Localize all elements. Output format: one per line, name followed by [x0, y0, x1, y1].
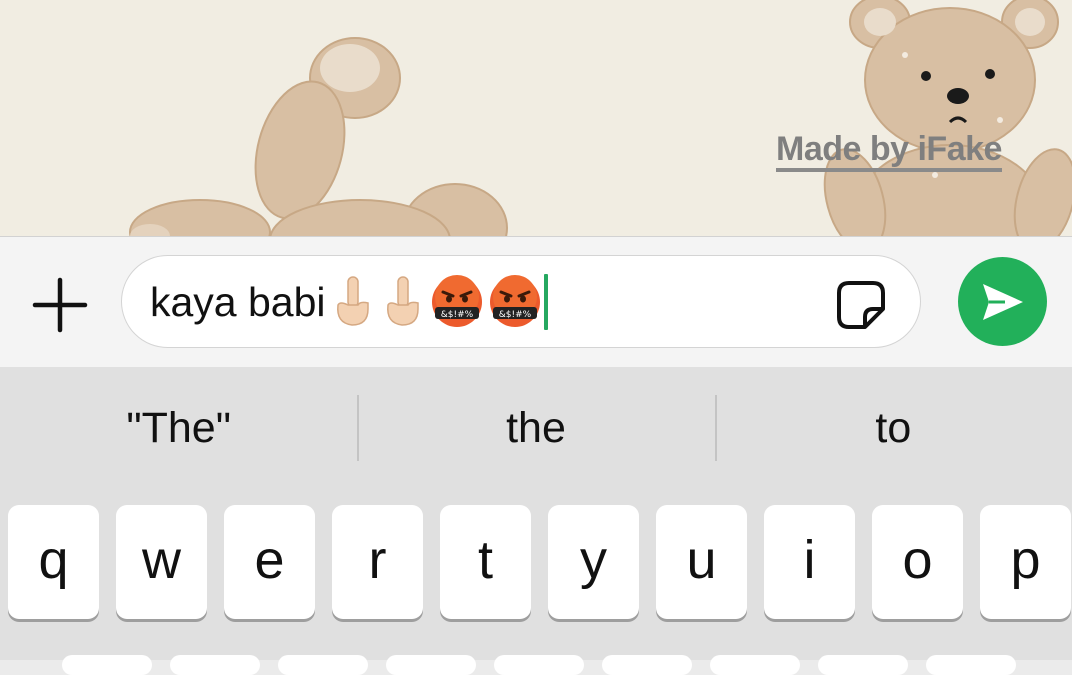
- sticker-icon: [837, 281, 885, 329]
- add-attachment-button[interactable]: [30, 275, 90, 335]
- key-o[interactable]: o: [872, 505, 963, 619]
- svg-text:&$!#%: &$!#%: [440, 310, 473, 320]
- key-partial[interactable]: [62, 655, 152, 675]
- sticker-button[interactable]: [834, 278, 888, 332]
- key-w[interactable]: w: [116, 505, 207, 619]
- middle-finger-emoji: [336, 276, 369, 326]
- key-t[interactable]: t: [440, 505, 531, 619]
- key-partial[interactable]: [386, 655, 476, 675]
- teddy-bear-illustration: [129, 0, 1072, 236]
- message-text: kaya babi &$!#% &$!#%: [150, 274, 548, 330]
- chat-wallpaper: Made by iFake: [0, 0, 1072, 236]
- message-input-bar: kaya babi &$!#% &$!#%: [0, 236, 1072, 367]
- middle-finger-emoji: [386, 276, 419, 326]
- key-i[interactable]: i: [764, 505, 855, 619]
- suggestion-item[interactable]: the: [357, 393, 714, 463]
- key-p[interactable]: p: [980, 505, 1071, 619]
- text-caret: [543, 274, 548, 330]
- key-r[interactable]: r: [332, 505, 423, 619]
- key-q[interactable]: q: [8, 505, 99, 619]
- suggestion-item[interactable]: "The": [0, 393, 357, 463]
- key-partial[interactable]: [602, 655, 692, 675]
- keyboard-row-top: q w e r t y u i o p: [8, 505, 1072, 623]
- message-text-value: kaya babi: [150, 278, 326, 325]
- send-button[interactable]: [958, 257, 1047, 346]
- suggestion-bar: "The" the to: [0, 393, 1072, 463]
- cursing-face-emoji: &$!#%: [489, 275, 540, 327]
- suggestion-item[interactable]: to: [714, 393, 1072, 463]
- plus-icon: [32, 277, 88, 333]
- key-partial[interactable]: [818, 655, 908, 675]
- svg-text:&$!#%: &$!#%: [498, 310, 531, 320]
- key-e[interactable]: e: [224, 505, 315, 619]
- watermark-text: Made by iFake: [776, 130, 1002, 172]
- key-partial[interactable]: [710, 655, 800, 675]
- key-partial[interactable]: [170, 655, 260, 675]
- message-input[interactable]: kaya babi &$!#% &$!#%: [121, 255, 921, 348]
- send-arrow-icon: [982, 283, 1023, 320]
- key-partial[interactable]: [926, 655, 1016, 675]
- key-partial[interactable]: [278, 655, 368, 675]
- cursing-face-emoji: &$!#%: [431, 275, 482, 327]
- keyboard: "The" the to q w e r t y u i o p: [0, 367, 1072, 675]
- key-u[interactable]: u: [656, 505, 747, 619]
- key-y[interactable]: y: [548, 505, 639, 619]
- key-partial[interactable]: [494, 655, 584, 675]
